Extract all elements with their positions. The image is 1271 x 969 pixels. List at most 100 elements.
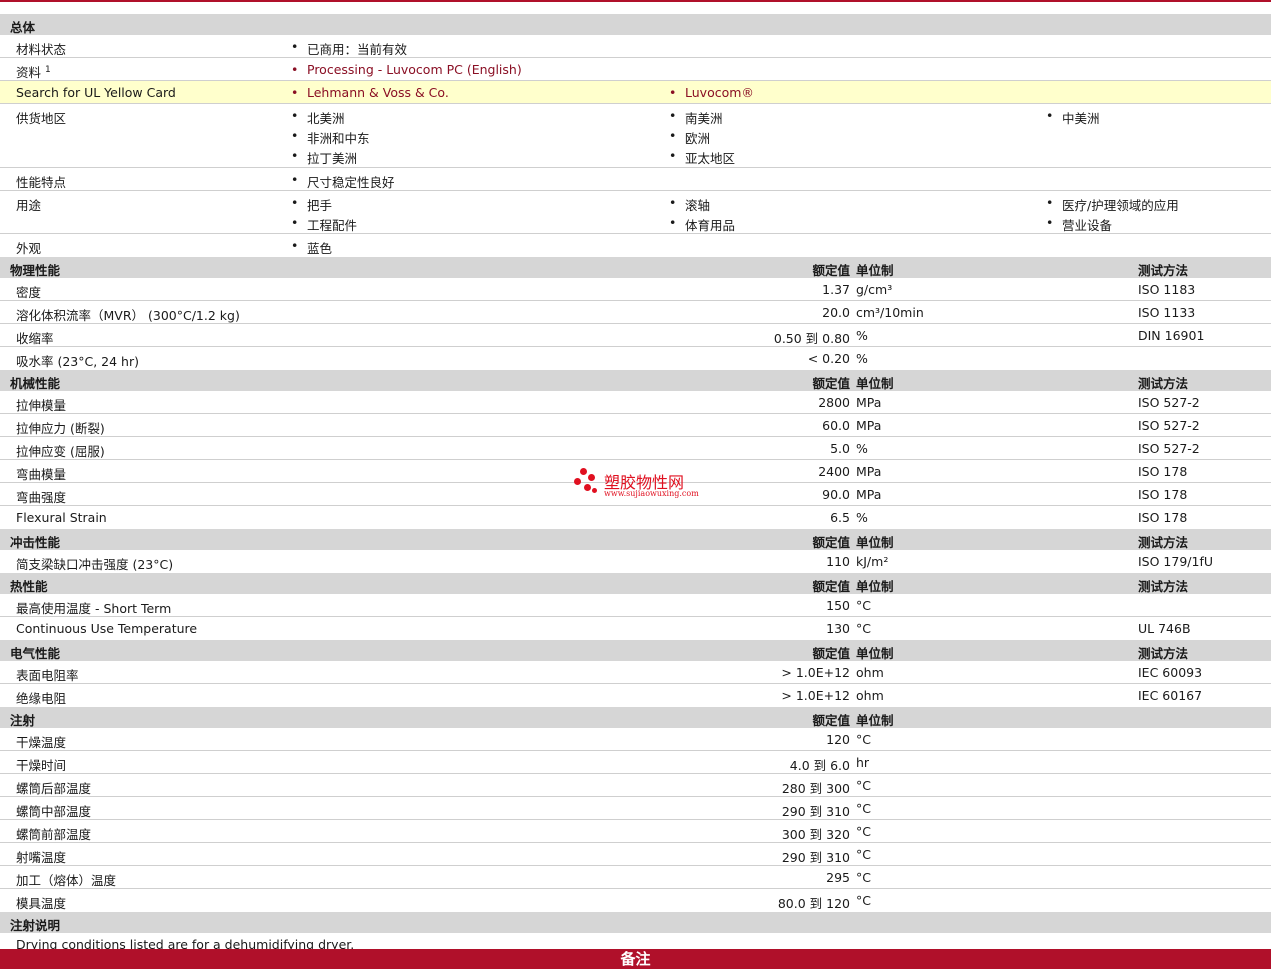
test-method: ISO 179/1fU <box>1138 554 1214 569</box>
property-label: Flexural Strain <box>16 510 107 525</box>
section-title: 注射说明 <box>10 918 61 933</box>
data-row: 加工（熔体）温度 295 °C <box>0 866 1271 889</box>
property-value: 20.0 <box>822 305 850 320</box>
row-uses: 用途 把手 滚轴 医疗/护理领域的应用 工程配件 体育用品 营业设备 <box>0 191 1271 234</box>
section-header-electrical: 电气性能 额定值 单位制 测试方法 <box>0 640 1271 661</box>
ul-link-luvocom[interactable]: Luvocom® <box>669 85 754 100</box>
header-nominal: 额定值 <box>812 646 850 661</box>
header-method: 测试方法 <box>1138 579 1189 594</box>
header-unit: 单位制 <box>856 376 894 391</box>
property-value: 0.50 到 0.80 <box>773 331 850 346</box>
property-unit: °C <box>856 824 871 839</box>
property-unit: °C <box>856 778 871 793</box>
property-unit: cm³/10min <box>856 305 924 320</box>
data-row: Continuous Use Temperature 130 °C UL 746B <box>0 617 1271 640</box>
test-method: ISO 178 <box>1138 487 1188 502</box>
property-unit: % <box>856 328 868 343</box>
data-row: 拉伸应变 (屈服) 5.0% ISO 527-2 <box>0 437 1271 460</box>
use-item: 把手 <box>291 195 332 214</box>
section-header-physical: 物理性能 额定值 单位制 测试方法 <box>0 257 1271 278</box>
property-unit: MPa <box>856 395 882 410</box>
test-method: ISO 178 <box>1138 464 1188 479</box>
property-value: 300 到 320 <box>781 827 850 842</box>
row-material-status: 材料状态 已商用：当前有效 <box>0 35 1271 58</box>
test-method: ISO 527-2 <box>1138 395 1200 410</box>
data-row: 干燥温度 120 °C <box>0 728 1271 751</box>
property-label: 射嘴温度 <box>16 850 67 865</box>
header-nominal: 额定值 <box>812 535 850 550</box>
property-unit: hr <box>856 755 870 770</box>
region-item: 北美洲 <box>291 108 345 127</box>
data-row: 模具温度 80.0 到 120 °C <box>0 889 1271 912</box>
use-item: 工程配件 <box>291 215 357 234</box>
data-row: Flexural Strain 6.5% ISO 178 <box>0 506 1271 529</box>
property-label: 绝缘电阻 <box>16 691 67 706</box>
property-unit: °C <box>856 801 871 816</box>
data-row: 拉伸模量 2800 MPa ISO 527-2 <box>0 391 1271 414</box>
property-value: 6.5 <box>830 510 850 525</box>
property-unit: °C <box>856 598 871 613</box>
data-row: 收缩率 0.50 到 0.80% DIN 16901 <box>0 324 1271 347</box>
footer-remarks-bar: 备注 <box>0 949 1271 969</box>
header-unit: 单位制 <box>856 579 894 594</box>
header-unit: 单位制 <box>856 535 894 550</box>
property-value: 4.0 到 6.0 <box>789 758 850 773</box>
property-label: 螺筒前部温度 <box>16 827 92 842</box>
property-unit: MPa <box>856 464 882 479</box>
property-value: 280 到 300 <box>781 781 850 796</box>
region-item: 拉丁美洲 <box>291 148 357 167</box>
test-method: ISO 1183 <box>1138 282 1196 297</box>
row-label: 资料 1 <box>16 62 51 81</box>
property-unit: °C <box>856 893 871 908</box>
row-label: Search for UL Yellow Card <box>16 85 176 100</box>
label-text: 资料 <box>16 65 42 80</box>
test-method: ISO 527-2 <box>1138 441 1200 456</box>
property-unit: % <box>856 510 868 525</box>
data-row: 最高使用温度 - Short Term 150 °C <box>0 594 1271 617</box>
document-link[interactable]: Processing - Luvocom PC (English) <box>291 62 522 77</box>
property-unit: MPa <box>856 418 882 433</box>
bullet-value: 已商用：当前有效 <box>291 39 407 58</box>
use-item: 医疗/护理领域的应用 <box>1046 195 1179 214</box>
property-unit: ohm <box>856 665 884 680</box>
property-value: 130 <box>826 621 850 636</box>
data-row: 溶化体积流率（MVR） (300°C/1.2 kg) 20.0 cm³/10min I… <box>0 301 1271 324</box>
property-unit: °C <box>856 621 871 636</box>
property-label: 弯曲强度 <box>16 490 67 505</box>
header-unit: 单位制 <box>856 646 894 661</box>
property-label: 简支梁缺口冲击强度 (23°C) <box>16 557 174 572</box>
data-row: 射嘴温度 290 到 310 °C <box>0 843 1271 866</box>
header-method: 测试方法 <box>1138 535 1189 550</box>
region-item: 亚太地区 <box>669 148 735 167</box>
property-unit: g/cm³ <box>856 282 893 297</box>
property-value: 2800 <box>818 395 850 410</box>
section-header-impact: 冲击性能 额定值 单位制 测试方法 <box>0 529 1271 550</box>
header-nominal: 额定值 <box>812 579 850 594</box>
watermark-url: www.sujiaowuxing.com <box>604 489 699 498</box>
header-method: 测试方法 <box>1138 376 1189 391</box>
data-row: 简支梁缺口冲击强度 (23°C) 110 kJ/m² ISO 179/1fU <box>0 550 1271 573</box>
data-row: 螺筒前部温度 300 到 320 °C <box>0 820 1271 843</box>
property-value: 5.0 <box>830 441 850 456</box>
property-unit: MPa <box>856 487 882 502</box>
property-label: 拉伸应变 (屈服) <box>16 444 105 459</box>
row-ul-yellow-card: Search for UL Yellow Card Lehmann & Voss… <box>0 81 1271 104</box>
property-value: > 1.0E+12 <box>781 665 850 680</box>
property-unit: ohm <box>856 688 884 703</box>
row-label: 用途 <box>16 198 42 213</box>
data-row: 密度 1.37 g/cm³ ISO 1183 <box>0 278 1271 301</box>
property-label: 表面电阻率 <box>16 668 79 683</box>
property-value: 290 到 310 <box>781 850 850 865</box>
property-unit: % <box>856 441 868 456</box>
ul-link-lehmann[interactable]: Lehmann & Voss & Co. <box>291 85 449 100</box>
header-nominal: 额定值 <box>812 376 850 391</box>
property-label: 吸水率 (23°C, 24 hr) <box>16 354 139 369</box>
test-method: UL 746B <box>1138 621 1191 636</box>
property-label: 干燥时间 <box>16 758 67 773</box>
section-title: 物理性能 <box>10 263 61 278</box>
section-title: 冲击性能 <box>10 535 61 550</box>
property-value: 120 <box>826 732 850 747</box>
data-row: 拉伸应力 (断裂) 60.0 MPa ISO 527-2 <box>0 414 1271 437</box>
section-title: 电气性能 <box>10 646 61 661</box>
section-header-injection: 注射 额定值 单位制 <box>0 707 1271 728</box>
